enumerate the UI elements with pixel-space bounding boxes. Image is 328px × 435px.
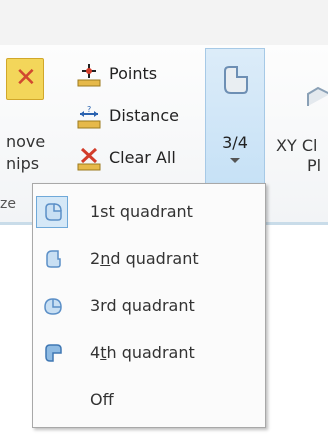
xy-button-label-line1: XY Cl	[276, 136, 318, 155]
menu-item-label-off: Off	[90, 390, 114, 409]
xy-button-label-line2: Pl	[307, 156, 322, 175]
menu-item-label-1: 1st quadrant	[90, 202, 193, 221]
clear-all-label: Clear All	[109, 148, 176, 167]
quadrant-2-icon	[46, 250, 61, 268]
menu-item-label-3: 3rd quadrant	[90, 296, 195, 315]
ribbon-top-strip	[0, 0, 328, 45]
distance-button[interactable]: ? Distance	[76, 104, 211, 136]
menu-item-off[interactable]: Off	[34, 380, 264, 420]
quadrant-dropdown-button[interactable]: 3/4	[205, 48, 265, 188]
xy-clip-plane-button[interactable]: XY Cl Pl	[270, 52, 328, 182]
remove-button[interactable]: ✕ nove nips	[0, 52, 70, 194]
svg-text:?: ?	[87, 105, 91, 114]
clip-plane-icon	[307, 86, 328, 106]
remove-label-line2: nips	[6, 154, 40, 173]
quadrant-menu: 1st quadrant 2nd quadrant 3rd quadrant 4…	[32, 183, 266, 428]
menu-item-2nd-quadrant[interactable]: 2nd quadrant	[34, 239, 264, 279]
quadrant-4-icon	[45, 344, 62, 362]
quadrant-3-4-icon	[224, 66, 248, 94]
distance-label: Distance	[109, 106, 179, 125]
clear-all-icon	[77, 147, 101, 171]
menu-item-4th-quadrant[interactable]: 4th quadrant	[34, 333, 264, 373]
ribbon-group-label: ze	[0, 196, 16, 212]
remove-label-line1: nove	[6, 132, 46, 151]
points-button[interactable]: Points	[76, 62, 211, 94]
remove-icon: ✕	[6, 58, 44, 100]
clear-all-button[interactable]: Clear All	[76, 146, 211, 178]
points-icon	[77, 64, 101, 87]
distance-icon: ?	[77, 105, 101, 129]
quadrant-3-icon	[44, 298, 62, 315]
menu-item-label-4: 4th quadrant	[90, 343, 195, 362]
chevron-down-icon	[230, 158, 240, 163]
points-label: Points	[109, 64, 158, 83]
menu-item-label-2: 2nd quadrant	[90, 249, 199, 268]
menu-item-1st-quadrant[interactable]: 1st quadrant	[34, 192, 264, 232]
quadrant-1-icon	[45, 203, 62, 221]
menu-item-3rd-quadrant[interactable]: 3rd quadrant	[34, 286, 264, 326]
quadrant-button-label: 3/4	[222, 133, 248, 152]
